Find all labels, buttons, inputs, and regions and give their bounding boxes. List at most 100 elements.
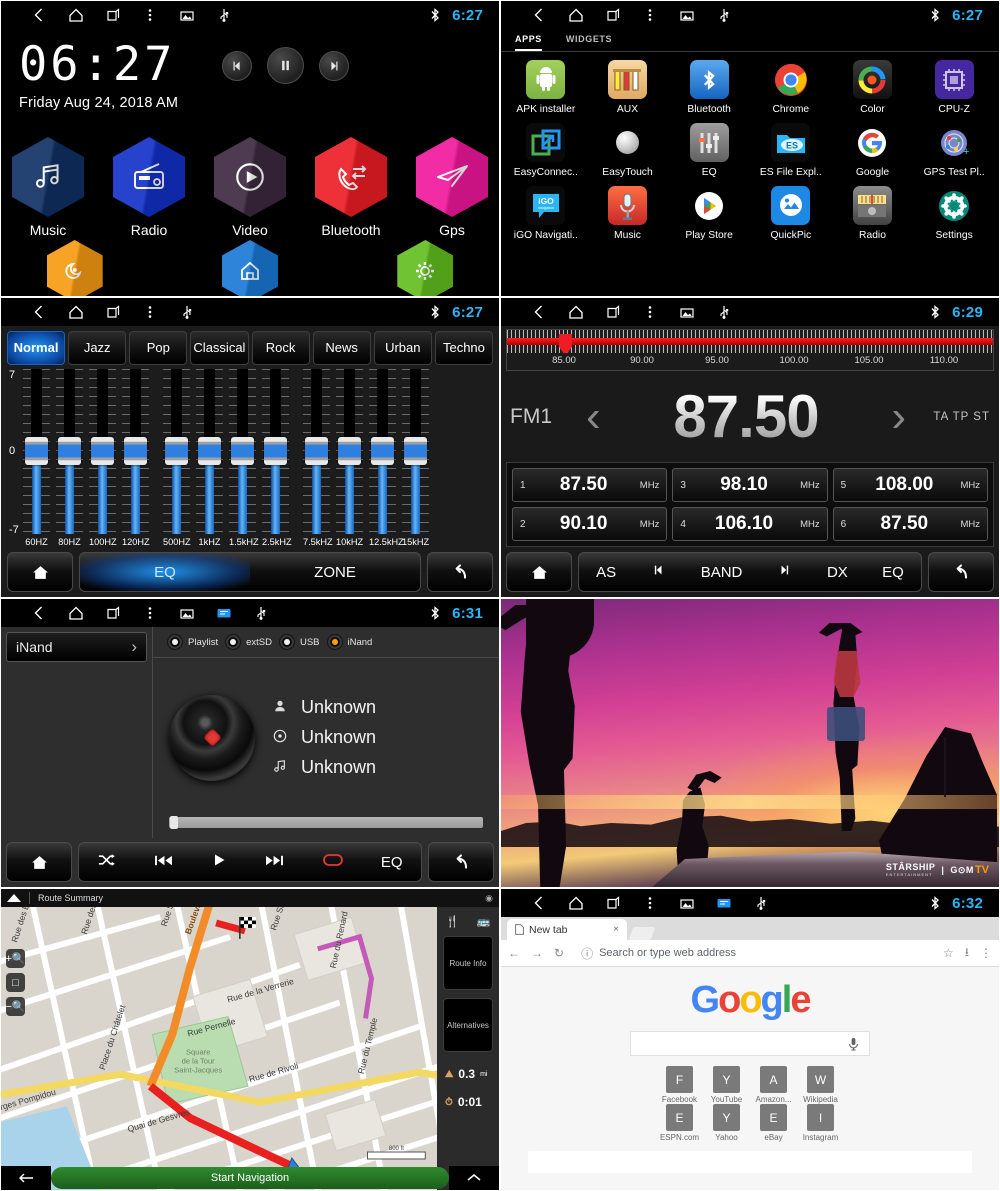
map-expand-button[interactable] <box>449 1166 499 1190</box>
eq-band-100hz[interactable]: 100HZ <box>89 369 117 547</box>
home-icon[interactable] <box>568 895 584 911</box>
shortcut-instagram[interactable]: I Instagram <box>798 1104 844 1142</box>
dx-button[interactable]: DX <box>827 564 848 581</box>
eq-knob[interactable] <box>404 437 427 465</box>
app-item-quickpic[interactable]: QuickPic <box>750 186 832 241</box>
close-icon[interactable]: × <box>613 924 619 935</box>
eq-track[interactable] <box>163 369 190 534</box>
overflow-icon[interactable] <box>642 7 658 23</box>
overflow-icon[interactable] <box>142 605 158 621</box>
eq-preset-news[interactable]: News <box>312 331 371 365</box>
article-card-stub[interactable] <box>528 1151 972 1173</box>
recents-icon[interactable] <box>105 304 121 320</box>
seek-bar[interactable] <box>169 816 483 829</box>
recents-icon[interactable] <box>605 7 621 23</box>
up-arrow-icon[interactable] <box>7 894 21 902</box>
zoom-out-icon[interactable]: −🔍 <box>5 997 26 1016</box>
eq-knob[interactable] <box>338 437 361 465</box>
video-frame[interactable]: STÂRSHIP ENTERTAINMENT | G⊙M TV <box>501 599 999 887</box>
settings-gear-icon[interactable] <box>397 240 454 296</box>
omnibox[interactable]: ⓘ Search or type web address <box>575 944 933 962</box>
menu-overflow-icon[interactable]: ⋮ <box>980 946 992 960</box>
eq-band-1khz[interactable]: 1kHZ <box>196 369 223 547</box>
home-icon[interactable] <box>568 7 584 23</box>
eq-track[interactable] <box>303 369 330 534</box>
eq-preset-normal[interactable]: Normal <box>7 331 66 365</box>
home-icon[interactable] <box>68 605 84 621</box>
tune-up-button[interactable]: › <box>885 392 912 442</box>
app-item-bluetooth[interactable]: Bluetooth <box>668 60 750 115</box>
source-selector-button[interactable]: iNand › <box>6 632 147 662</box>
back-arrow-icon[interactable]: ← <box>508 946 520 960</box>
eq-track[interactable] <box>122 369 149 534</box>
browser-tab-new-tab[interactable]: New tab × <box>507 919 627 940</box>
route-info-button[interactable]: Route Info <box>443 936 493 990</box>
eq-knob[interactable] <box>231 437 254 465</box>
shuffle-button[interactable] <box>97 852 116 872</box>
app-item-easytouch[interactable]: EasyTouch <box>587 123 669 178</box>
eq-track[interactable] <box>89 369 116 534</box>
map-view[interactable]: Rue des Bourdo Rue des Halles Rue Saint … <box>1 907 499 1190</box>
shortcut-facebook[interactable]: F Facebook <box>657 1066 703 1104</box>
band-button[interactable]: BAND <box>701 564 743 581</box>
eq-track[interactable] <box>369 369 396 534</box>
eq-band-120hz[interactable]: 120HZ <box>122 369 150 547</box>
new-tab-button[interactable] <box>628 927 656 940</box>
home-button[interactable] <box>6 842 72 882</box>
message-icon[interactable] <box>716 895 732 911</box>
back-icon[interactable] <box>531 304 547 320</box>
shortcut-amazon[interactable]: A Amazon... <box>751 1066 797 1104</box>
google-search-box[interactable] <box>630 1031 870 1056</box>
eq-zone-toggle[interactable]: EQ ZONE <box>79 552 421 592</box>
next-track-button[interactable] <box>319 50 350 81</box>
screenshot-icon[interactable] <box>179 7 195 23</box>
eq-track[interactable] <box>262 369 289 534</box>
radio-dial[interactable]: 85.00 90.00 95.00 100.00 105.00 110.00 <box>506 329 994 371</box>
app-item-cpu-z[interactable]: CPU-Z <box>913 60 995 115</box>
play-button[interactable] <box>211 852 227 872</box>
eq-band-80hz[interactable]: 80HZ <box>56 369 83 547</box>
overflow-icon[interactable] <box>142 304 158 320</box>
eq-button[interactable]: EQ <box>381 854 403 871</box>
eq-band-2-5khz[interactable]: 2.5kHZ <box>262 369 292 547</box>
back-icon[interactable] <box>531 895 547 911</box>
eq-tab-button[interactable]: EQ <box>80 553 250 591</box>
seek-up-button[interactable] <box>777 563 793 581</box>
home-tile-gps[interactable]: Gps <box>413 137 491 238</box>
app-item-play-store[interactable]: Play Store <box>668 186 750 241</box>
eq-preset-pop[interactable]: Pop <box>129 331 188 365</box>
app-item-radio[interactable]: Radio <box>832 186 914 241</box>
forward-arrow-icon[interactable]: → <box>531 946 543 960</box>
screenshot-icon[interactable] <box>679 304 695 320</box>
bookmark-star-icon[interactable]: ☆ <box>943 946 954 960</box>
app-item-gps-test-plus[interactable]: + GPS Test Pl.. <box>913 123 995 178</box>
seek-down-button[interactable] <box>650 563 666 581</box>
app-item-google[interactable]: Google <box>832 123 914 178</box>
house-icon[interactable] <box>221 240 278 296</box>
overflow-icon[interactable] <box>642 304 658 320</box>
eq-preset-rock[interactable]: Rock <box>251 331 310 365</box>
home-button[interactable] <box>506 552 572 592</box>
home-tile-bluetooth[interactable]: Bluetooth <box>312 137 390 238</box>
back-icon[interactable] <box>31 7 47 23</box>
eq-preset-jazz[interactable]: Jazz <box>68 331 127 365</box>
overflow-icon[interactable] <box>142 7 158 23</box>
app-item-settings[interactable]: Settings <box>913 186 995 241</box>
back-button[interactable] <box>428 842 494 882</box>
eq-band-10khz[interactable]: 10kHZ <box>336 369 363 547</box>
eq-band-1-5khz[interactable]: 1.5kHZ <box>229 369 259 547</box>
recents-icon[interactable] <box>105 7 121 23</box>
eq-band-60hz[interactable]: 60HZ <box>23 369 50 547</box>
eq-band-500hz[interactable]: 500HZ <box>163 369 191 547</box>
app-item-music[interactable]: Music <box>587 186 669 241</box>
eq-preset-techno[interactable]: Techno <box>434 331 493 365</box>
back-button[interactable] <box>427 552 493 592</box>
home-tile-music[interactable]: Music <box>9 137 87 238</box>
eq-band-15khz[interactable]: 15kHZ <box>402 369 429 547</box>
home-tile-radio[interactable]: Radio <box>110 137 188 238</box>
app-item-es-file-explorer[interactable]: ES ES File Expl.. <box>750 123 832 178</box>
shortcut-yahoo[interactable]: Y Yahoo <box>704 1104 750 1142</box>
previous-button[interactable] <box>153 853 174 872</box>
app-item-apk-installer[interactable]: APK installer <box>505 60 587 115</box>
tab-widgets[interactable]: WIDGETS <box>566 34 612 51</box>
